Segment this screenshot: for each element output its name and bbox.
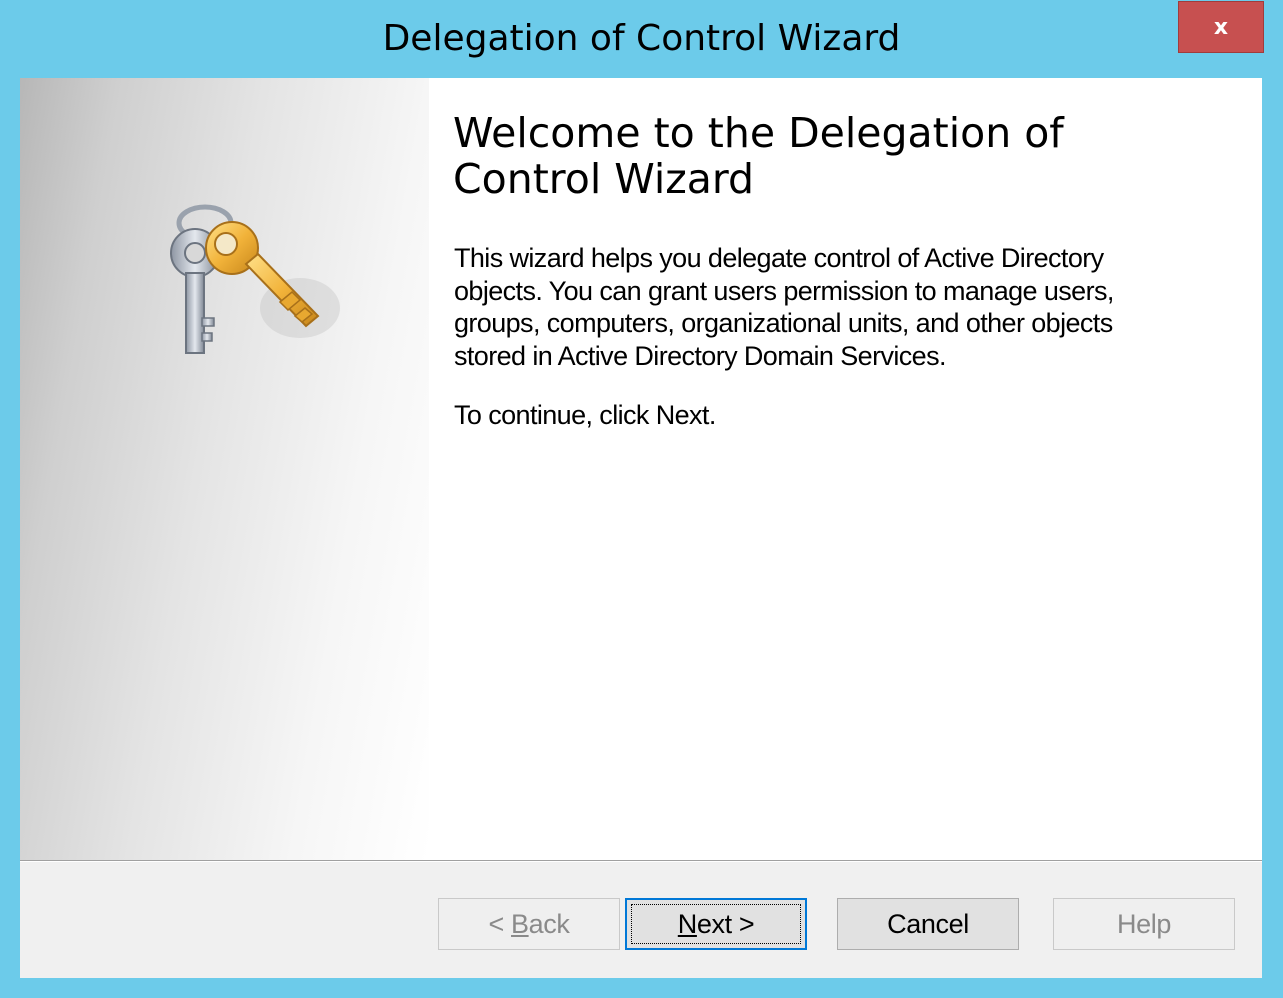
- wizard-body: Welcome to the Delegation of Control Wiz…: [20, 78, 1262, 978]
- cancel-button[interactable]: Cancel: [837, 898, 1019, 950]
- wizard-window: Delegation of Control Wizard x Welcome t…: [0, 0, 1283, 998]
- button-separator: [20, 860, 1262, 862]
- wizard-description: This wizard helps you delegate control o…: [454, 243, 1114, 371]
- close-button[interactable]: x: [1178, 1, 1264, 53]
- window-title: Delegation of Control Wizard: [382, 18, 901, 59]
- focus-rectangle: [631, 904, 801, 944]
- wizard-side-panel: [20, 78, 429, 860]
- title-bar[interactable]: Delegation of Control Wizard x: [0, 0, 1283, 78]
- keys-icon: [170, 204, 340, 354]
- help-button[interactable]: Help: [1053, 898, 1235, 950]
- back-button-label: < Back: [488, 908, 570, 939]
- close-icon: x: [1213, 14, 1229, 40]
- next-button[interactable]: Next >: [625, 898, 807, 950]
- page-title: Welcome to the Delegation of Control Wiz…: [453, 109, 1064, 203]
- continue-instructions: To continue, click Next.: [454, 400, 716, 430]
- wizard-content-panel: Welcome to the Delegation of Control Wiz…: [429, 78, 1262, 860]
- back-button[interactable]: < Back: [438, 898, 620, 950]
